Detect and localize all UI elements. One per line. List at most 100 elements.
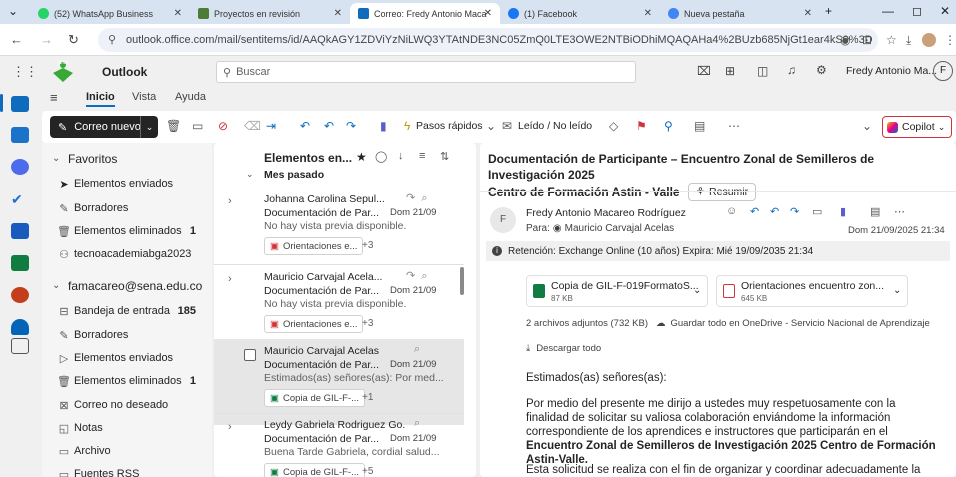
notifications-bell-icon[interactable]: ♫ — [787, 63, 796, 77]
copilot-button[interactable]: Copilot ⌄ — [882, 116, 952, 138]
folder-deleted[interactable]: 🗑 Elementos eliminados 1 — [42, 370, 210, 392]
browser-tab-whatsapp[interactable]: (52) WhatsApp Business ✕ — [30, 3, 190, 24]
favorite-deleted[interactable]: 🗑 Elementos eliminados 1 — [42, 220, 210, 242]
ribbon-expand-icon[interactable]: ⌄ — [862, 119, 872, 133]
favorite-group[interactable]: ⚇ tecnoacademiabga2023 — [42, 243, 210, 265]
message-item[interactable]: › Leydy Gabriela Rodriguez Go... ⌕ Docum… — [214, 413, 464, 477]
close-tab-icon[interactable]: ✕ — [334, 8, 342, 19]
excel-icon[interactable] — [11, 255, 29, 271]
chevron-down-icon[interactable]: ⌄ — [486, 119, 496, 133]
attachment-chip[interactable]: ▣ Orientaciones e... — [264, 315, 364, 333]
maximize-icon[interactable]: ◻ — [912, 4, 922, 18]
chevron-down-icon[interactable]: ⌄ — [893, 285, 901, 296]
move-to-icon[interactable]: ⇥ — [266, 119, 276, 133]
attachment-chip[interactable]: ▣ Copia de GIL-F-... — [264, 463, 366, 477]
archive-icon[interactable]: ▭ — [192, 119, 203, 133]
folder-rss[interactable]: ▭ Fuentes RSS — [42, 463, 210, 477]
chevron-down-icon[interactable]: ⌄ — [140, 116, 158, 138]
more-options-icon[interactable]: ⋯ — [894, 205, 905, 218]
chevron-right-icon[interactable]: › — [228, 421, 232, 433]
download-icon[interactable]: ⤓ — [906, 33, 911, 48]
app-launcher-icon[interactable]: ⋮⋮ — [12, 64, 38, 80]
quick-steps-icon[interactable]: ϟ — [404, 119, 410, 133]
attachment-card[interactable]: Copia de GIL-F-019FormatoS... 87 KB ⌄ — [526, 275, 708, 307]
favorite-star-icon[interactable]: ★ — [356, 150, 367, 164]
browser-tab-facebook[interactable]: (1) Facebook ✕ — [500, 3, 660, 24]
sort-icon[interactable]: ↓ — [398, 150, 404, 162]
mail-icon[interactable] — [11, 96, 29, 112]
back-arrow-icon[interactable]: ← — [10, 32, 23, 47]
word-icon[interactable] — [11, 223, 29, 239]
reply-all-icon[interactable]: ↶ — [324, 119, 334, 133]
sweep-icon[interactable]: ⌫ — [244, 119, 261, 133]
translate-icon[interactable]: ⊡ — [862, 33, 872, 47]
user-avatar[interactable]: F — [933, 61, 953, 81]
attachment-card[interactable]: Orientaciones encuentro zon... 645 KB ⌄ — [716, 275, 908, 307]
eye-icon[interactable]: ◉ — [840, 33, 850, 47]
more-apps-icon[interactable] — [11, 338, 29, 354]
favorite-drafts[interactable]: ✎ Borradores — [42, 197, 210, 219]
search-input[interactable]: ⚲ Buscar — [216, 61, 636, 83]
onenote-icon[interactable]: ⊞ — [725, 64, 735, 78]
summarize-button[interactable]: ⚘ Resumir — [687, 183, 757, 201]
tab-search-icon[interactable]: ⌄ — [8, 4, 18, 18]
browser-menu-icon[interactable]: ⋮ — [944, 33, 956, 47]
user-name[interactable]: Fredy Antonio Ma... — [846, 65, 937, 77]
chevron-down-icon[interactable]: ⌄ — [52, 280, 60, 291]
folder-sent[interactable]: ▷ Elementos enviados — [42, 347, 210, 369]
immersive-reader-icon[interactable]: ▤ — [694, 119, 705, 133]
profile-avatar[interactable] — [922, 33, 936, 47]
apps-icon[interactable]: ▮ — [840, 205, 846, 218]
download-all-link[interactable]: ⤓ Descargar todo — [526, 343, 601, 354]
favorite-sent-items[interactable]: ➤ Elementos enviados — [42, 173, 210, 195]
powerpoint-icon[interactable] — [11, 287, 29, 303]
site-info-icon[interactable]: ⚲ — [108, 33, 116, 46]
sender-avatar[interactable]: F — [490, 207, 516, 233]
bookmark-star-icon[interactable]: ☆ — [886, 33, 897, 47]
close-window-icon[interactable]: ✕ — [940, 4, 950, 18]
categorize-tag-icon[interactable]: ◇ — [609, 119, 618, 133]
todo-check-icon[interactable]: ✔ — [11, 191, 29, 207]
forward-icon[interactable]: ↷ ⌕ — [406, 269, 428, 283]
quick-steps-button[interactable]: Pasos rápidos — [416, 120, 483, 132]
tab-vista[interactable]: Vista — [132, 91, 156, 103]
forward-arrow-icon[interactable]: → — [40, 32, 53, 47]
tab-inicio[interactable]: Inicio — [86, 91, 115, 107]
chevron-right-icon[interactable]: › — [228, 273, 232, 285]
url-input[interactable]: ⚲ outlook.office.com/mail/sentitems/id/A… — [98, 28, 878, 52]
reply-icon[interactable]: ↶ — [300, 119, 310, 133]
more-options-icon[interactable]: ⋯ — [728, 119, 740, 133]
attachment-chip[interactable]: ▣ Copia de GIL-F-... — [264, 389, 366, 407]
browser-tab-new[interactable]: Nueva pestaña ✕ — [660, 3, 820, 24]
select-checkbox[interactable] — [244, 349, 256, 361]
close-tab-icon[interactable]: ✕ — [174, 8, 182, 19]
folder-archive[interactable]: ▭ Archivo — [42, 440, 210, 462]
forward-icon[interactable]: ↷ — [790, 205, 799, 218]
teams-share-icon[interactable]: ▭ — [812, 205, 822, 218]
flag-icon[interactable]: ⚑ — [636, 119, 647, 133]
feedback-icon[interactable]: ◫ — [757, 64, 768, 78]
browser-tab-outlook[interactable]: Correo: Fredy Antonio Maca ✕ — [350, 3, 500, 24]
emoji-reaction-icon[interactable]: ☺ — [726, 205, 737, 217]
folder-junk[interactable]: ⊠ Correo no deseado — [42, 394, 210, 416]
chevron-right-icon[interactable]: › — [228, 195, 232, 207]
settings-gear-icon[interactable]: ⚙ — [816, 63, 827, 77]
filter-icon[interactable]: ≡ — [419, 150, 425, 162]
scrollbar-thumb[interactable] — [460, 267, 464, 295]
calendar-icon[interactable] — [11, 127, 29, 143]
attachment-chip[interactable]: ▣ Orientaciones e... — [264, 237, 364, 255]
minimize-icon[interactable]: — — [882, 4, 894, 18]
favorites-header[interactable]: Favoritos — [68, 152, 117, 166]
read-unread-button[interactable]: Leído / No leído — [518, 120, 592, 132]
save-to-onedrive-link[interactable]: Guardar todo en OneDrive - Servicio Naci… — [670, 318, 929, 329]
forward-icon[interactable]: ↷ ⌕ — [406, 191, 428, 205]
reply-all-icon[interactable]: ↶ — [770, 205, 779, 218]
close-tab-icon[interactable]: ✕ — [804, 8, 812, 19]
folder-inbox[interactable]: ⊟ Bandeja de entrada 185 — [42, 300, 210, 322]
pin-icon[interactable]: ⚲ — [664, 119, 673, 133]
report-icon[interactable]: ⊘ — [218, 119, 228, 133]
hamburger-menu-icon[interactable]: ≡ — [50, 90, 58, 105]
folder-notes[interactable]: ◱ Notas — [42, 417, 210, 439]
reload-icon[interactable]: ↻ — [68, 32, 79, 48]
close-tab-icon[interactable]: ✕ — [644, 8, 652, 19]
